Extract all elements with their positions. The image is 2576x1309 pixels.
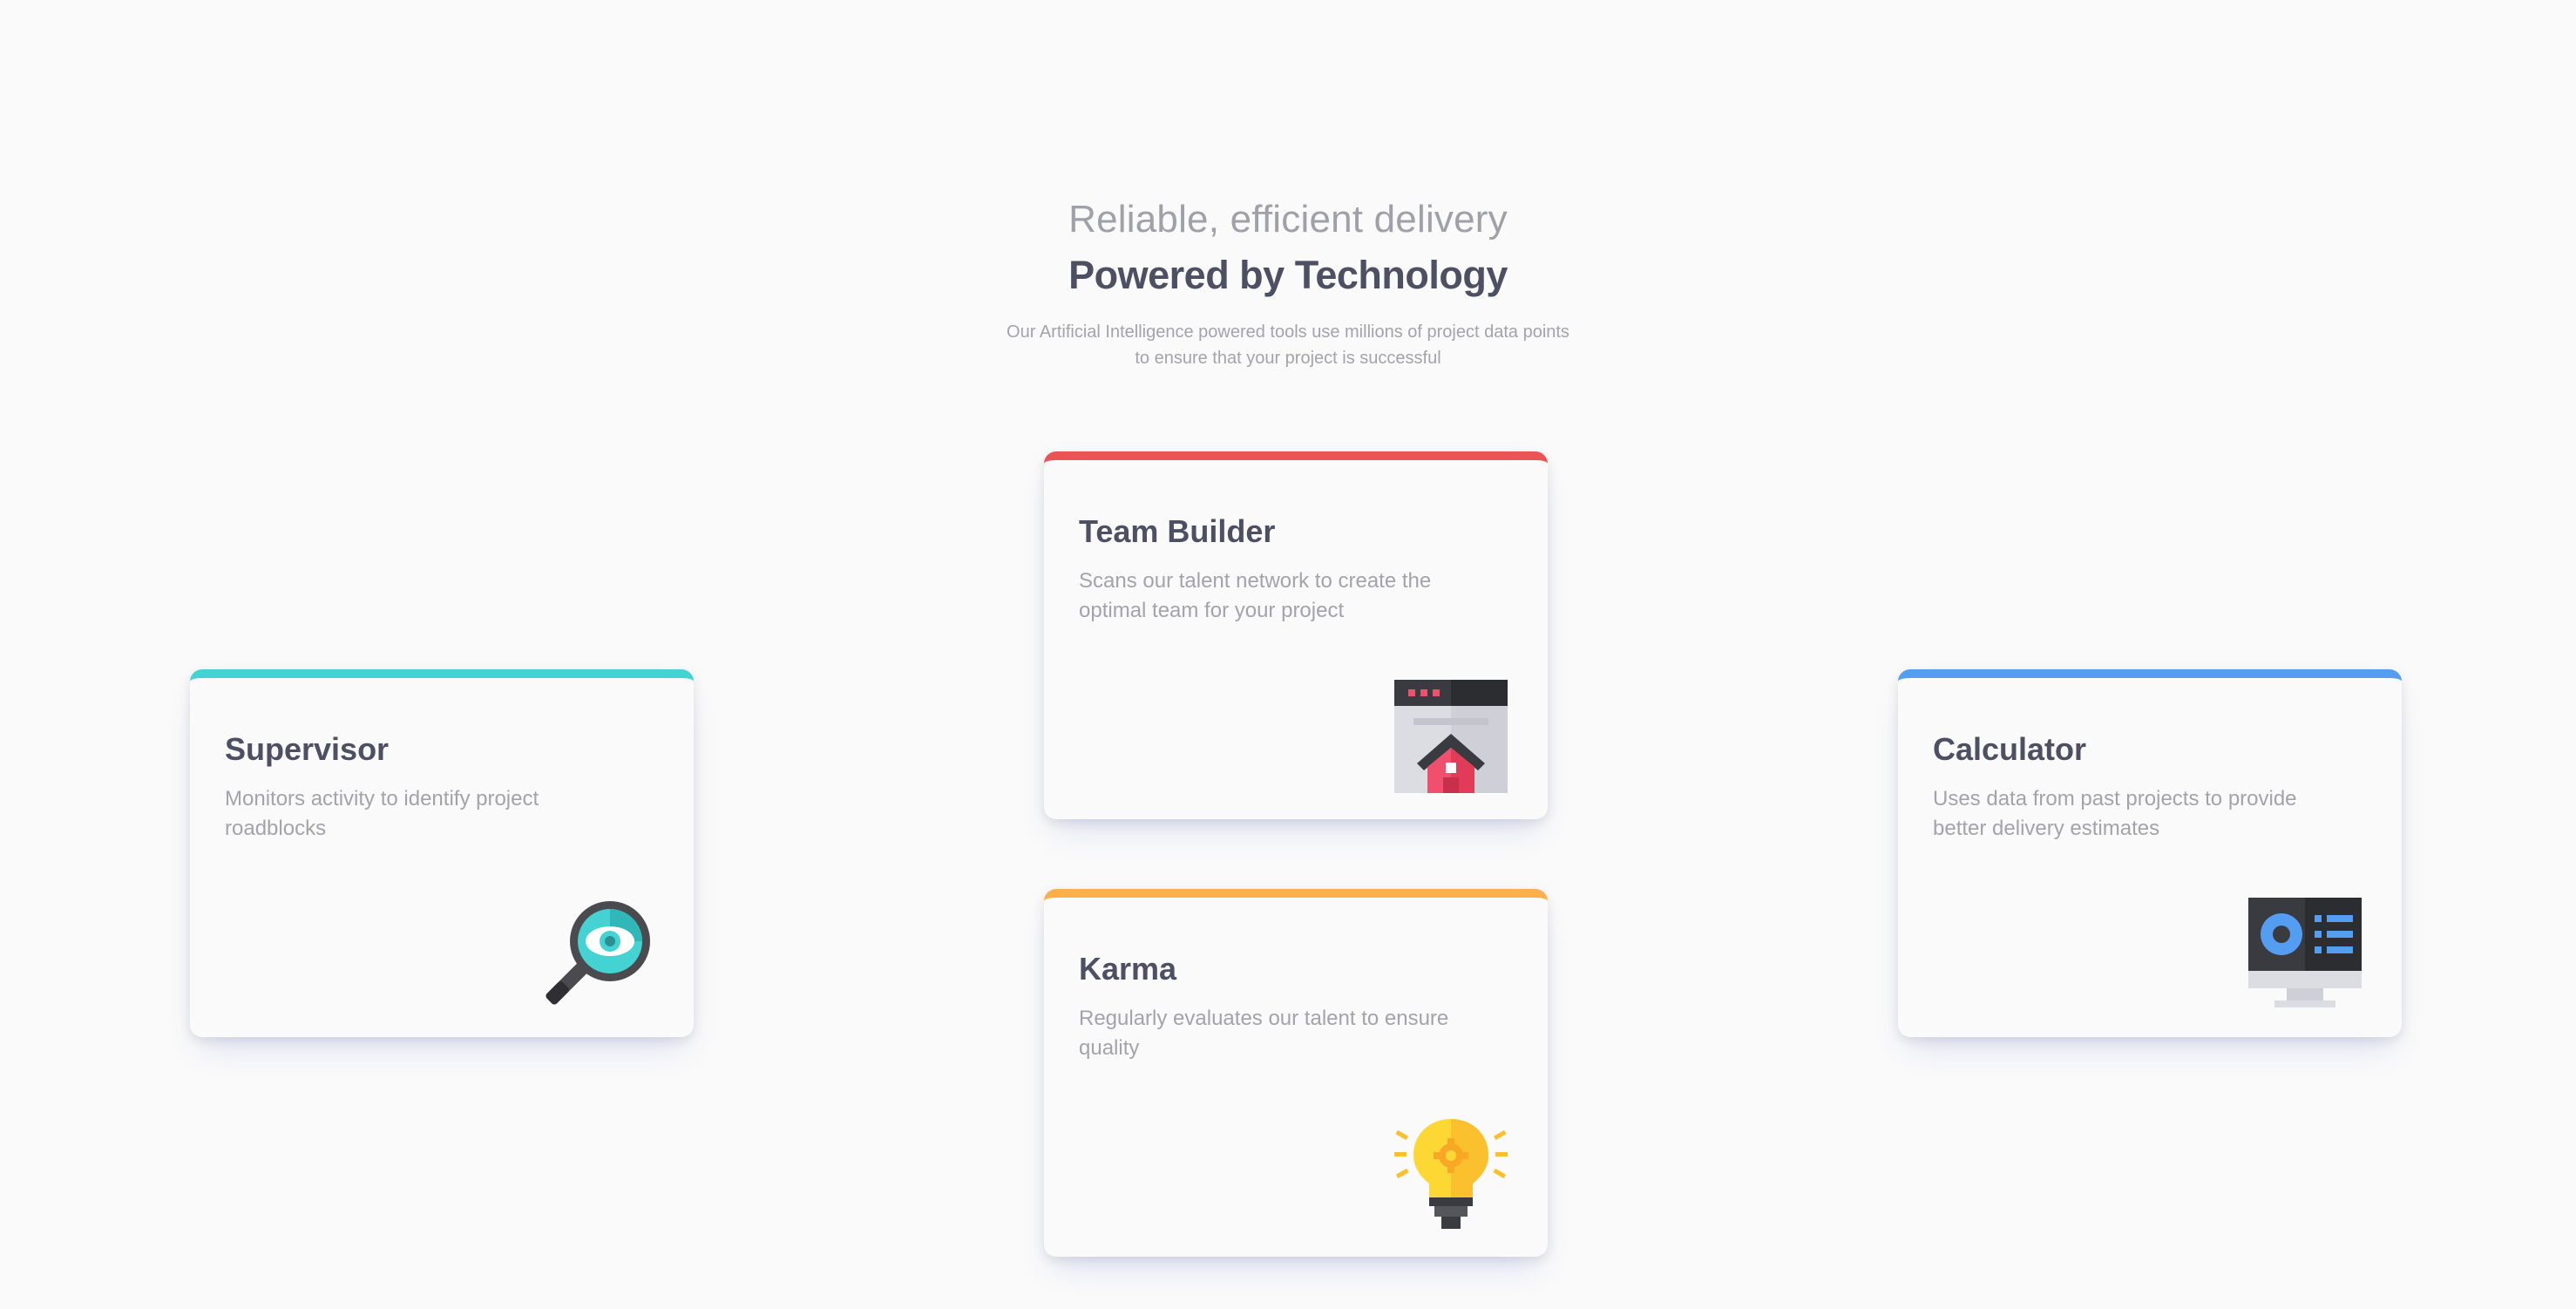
card-calculator: Calculator Uses data from past projects … — [1898, 669, 2402, 1037]
section-description: Our Artificial Intelligence powered tool… — [1007, 322, 1569, 368]
card-title: Calculator — [1933, 731, 2087, 767]
card-team-builder: Team Builder Scans our talent network to… — [1044, 451, 1548, 819]
card-title: Supervisor — [225, 731, 390, 767]
section-header: Reliable, efficient delivery Powered by … — [0, 192, 2576, 371]
card-supervisor: Supervisor Monitors activity to identify… — [190, 669, 694, 1037]
monitor-chart-icon — [2248, 898, 2362, 1011]
card-description: Regularly evaluates our talent to ensure… — [1079, 1007, 1449, 1060]
card-karma: Karma Regularly evaluates our talent to … — [1044, 889, 1548, 1257]
card-description: Uses data from past projects to provide … — [1933, 787, 2297, 840]
section-subtitle: Reliable, efficient delivery — [1068, 198, 1508, 241]
page: Reliable, efficient delivery Powered by … — [0, 0, 2576, 1309]
lightbulb-gear-icon — [1394, 1117, 1508, 1231]
card-title: Karma — [1079, 951, 1177, 987]
card-description: Scans our talent network to create the o… — [1079, 569, 1432, 622]
card-description: Monitors activity to identify project ro… — [225, 787, 539, 840]
magnifier-eye-icon — [540, 898, 654, 1011]
browser-house-icon — [1394, 680, 1508, 793]
section-title: Powered by Technology — [1068, 253, 1508, 297]
card-title: Team Builder — [1079, 513, 1276, 549]
